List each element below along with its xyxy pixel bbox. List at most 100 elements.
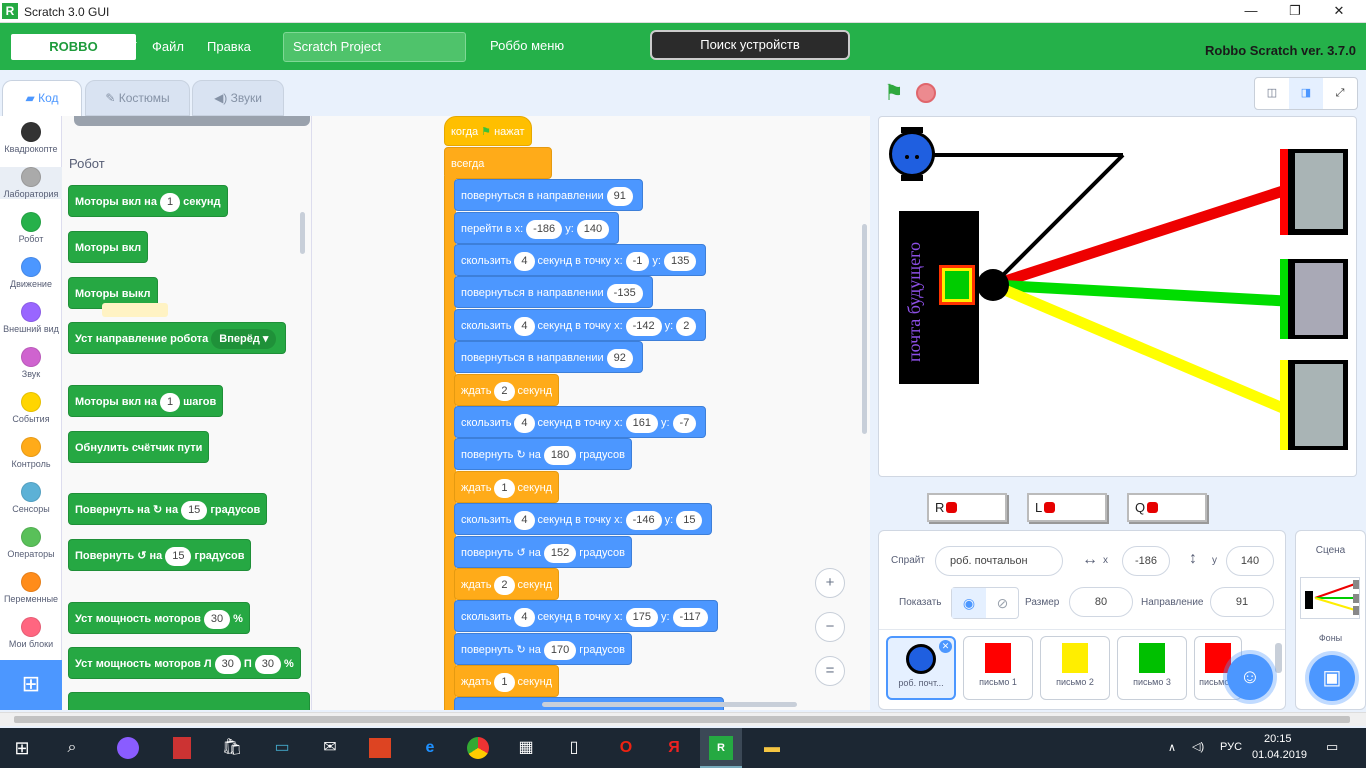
add-extension-button[interactable]: ⊞ <box>0 660 62 710</box>
notifications-icon[interactable]: ▭ <box>1326 739 1338 755</box>
category-item[interactable]: Внешний вид <box>0 302 62 334</box>
sprite-tile[interactable]: письмо 1 <box>963 636 1033 700</box>
scroll-thumb[interactable] <box>14 716 1350 723</box>
sprite-tile[interactable]: письмо 2 <box>1040 636 1110 700</box>
block-goto-xy[interactable]: перейти в x: -186 y: 140 <box>454 212 620 244</box>
file-icon[interactable]: ▯ <box>560 734 588 762</box>
block-set-motor-power-lr[interactable]: Уст мощность моторов Л 30 П 30% <box>68 647 301 679</box>
minimize-button[interactable]: — <box>1228 0 1274 23</box>
block-motors-on-seconds[interactable]: Моторы вкл на 1 секунд <box>68 185 228 217</box>
laptop-icon[interactable]: ▭ <box>268 734 296 762</box>
block-reset-path[interactable]: Обнулить счётчик пути <box>68 431 210 463</box>
project-title-input[interactable]: Scratch Project <box>283 32 466 62</box>
stage-canvas[interactable]: почта будущего <box>878 116 1357 477</box>
start-icon[interactable]: ⊞ <box>8 734 36 762</box>
block-motors-on-steps[interactable]: Моторы вкл на 1 шагов <box>68 385 224 417</box>
sprite-list-scrollbar[interactable] <box>1275 643 1282 673</box>
block-glide[interactable]: скользить 4 секунд в точку x: -1 y: 135 <box>454 244 707 276</box>
block-glide[interactable]: скользить 4 секунд в точку x: 175 y: -117 <box>454 600 718 632</box>
script-area[interactable]: когда ⚑ нажат всегда повернуться в напра… <box>312 116 870 710</box>
category-item[interactable]: Сенсоры <box>0 482 62 514</box>
script-vscrollbar[interactable] <box>862 224 867 434</box>
script-hscrollbar[interactable] <box>542 702 797 707</box>
chrome-icon[interactable] <box>467 737 489 759</box>
block-cutoff[interactable] <box>68 692 310 710</box>
calculator-icon[interactable]: ▦ <box>512 734 540 762</box>
window-hscrollbar[interactable] <box>0 712 1366 726</box>
block-glide[interactable]: скользить 4 секунд в точку x: -146 y: 15 <box>454 503 713 535</box>
book-icon[interactable] <box>369 738 391 758</box>
delete-sprite-icon[interactable]: ✕ <box>939 640 952 653</box>
close-button[interactable]: ✕ <box>1316 0 1362 23</box>
maximize-button[interactable]: ❐ <box>1272 0 1318 23</box>
tab-costumes[interactable]: ✎ Костюмы <box>85 80 190 116</box>
block-rotate[interactable]: повернуть ↻ на 180 градусов <box>454 438 632 470</box>
eye-off-icon[interactable]: ⊘ <box>986 588 1019 618</box>
block-point-direction[interactable]: повернуться в направлении -135 <box>454 276 653 308</box>
sprite-tile-selected[interactable]: роб. почт... ✕ <box>886 636 956 700</box>
block-rotate[interactable]: повернуть ↻ на 170 градусов <box>454 633 632 665</box>
volume-icon[interactable]: ◁) <box>1192 740 1204 753</box>
zoom-out-button[interactable]: − <box>815 612 845 642</box>
zoom-reset-button[interactable]: = <box>815 656 845 686</box>
block-point-direction[interactable]: повернуться в направлении 92 <box>454 341 643 373</box>
block-set-motor-power[interactable]: Уст мощность моторов 30% <box>68 602 250 634</box>
block-wait[interactable]: ждать 2 секунд <box>454 374 560 406</box>
block-when-flag-clicked[interactable]: когда ⚑ нажат <box>444 116 532 146</box>
edit-menu[interactable]: Правка <box>207 39 251 54</box>
tab-sounds[interactable]: ◀) Звуки <box>192 80 284 116</box>
category-item[interactable]: Робот <box>0 212 62 244</box>
palette-scrollbar[interactable] <box>300 212 305 254</box>
search-devices-button[interactable]: Поиск устройств <box>650 30 850 60</box>
small-stage-icon[interactable]: ◫ <box>1255 78 1289 109</box>
block-glide[interactable]: скользить 4 секунд в точку x: -142 y: 2 <box>454 309 707 341</box>
sprite-name-input[interactable]: роб. почтальон <box>935 546 1063 576</box>
green-flag-button[interactable]: ⚑ <box>884 82 904 104</box>
block-wait[interactable]: ждать 2 секунд <box>454 568 560 600</box>
opera-icon[interactable]: O <box>612 734 640 762</box>
eye-icon[interactable]: ◉ <box>952 588 986 618</box>
category-item[interactable]: Квадрокопте <box>0 122 62 154</box>
language-indicator[interactable]: РУС <box>1220 741 1242 753</box>
zoom-in-button[interactable]: + <box>815 568 845 598</box>
block-wait[interactable]: ждать 1 секунд <box>454 665 560 697</box>
document-app-icon[interactable] <box>173 737 191 759</box>
block-rotate[interactable]: повернуть ↺ на 152 градусов <box>454 536 632 568</box>
fullscreen-icon[interactable]: ⤢ <box>1323 78 1357 109</box>
direction-input[interactable]: 91 <box>1210 587 1274 617</box>
clock-date[interactable]: 01.04.2019 <box>1252 749 1307 761</box>
category-item[interactable]: Переменные <box>0 572 62 604</box>
size-input[interactable]: 80 <box>1069 587 1133 617</box>
block-set-direction[interactable]: Уст направление робота Вперёд ▾ <box>68 322 287 354</box>
y-input[interactable]: 140 <box>1226 546 1274 576</box>
folder-icon[interactable]: ▬ <box>758 734 786 762</box>
block-forever[interactable]: всегда <box>444 147 552 179</box>
file-menu[interactable]: Файл <box>152 39 184 54</box>
normal-stage-icon[interactable]: ◨ <box>1289 78 1323 109</box>
robbo-menu[interactable]: Роббо меню <box>490 38 564 53</box>
direction-dropdown[interactable]: Вперёд ▾ <box>211 329 277 349</box>
alice-icon[interactable] <box>117 737 139 759</box>
sprite-tile[interactable]: письмо 3 <box>1117 636 1187 700</box>
robbo-taskbar-item[interactable]: R <box>700 728 742 768</box>
edge-icon[interactable]: e <box>416 734 444 762</box>
yandex-icon[interactable]: Я <box>660 734 688 762</box>
category-item[interactable]: Звук <box>0 347 62 379</box>
block-turn-right[interactable]: Повернуть на ↻ на 15 градусов <box>68 493 268 525</box>
store-icon[interactable]: 🛍 <box>218 734 246 762</box>
block-turn-left[interactable]: Повернуть ↺ на 15 градусов <box>68 539 252 571</box>
block-wait[interactable]: ждать 1 секунд <box>454 471 560 503</box>
clock-time[interactable]: 20:15 <box>1264 733 1292 745</box>
category-item[interactable]: Мои блоки <box>0 617 62 649</box>
block-point-direction[interactable]: повернуться в направлении 91 <box>454 179 643 211</box>
category-item[interactable]: Операторы <box>0 527 62 559</box>
category-item[interactable]: События <box>0 392 62 424</box>
x-input[interactable]: -186 <box>1122 546 1170 576</box>
add-backdrop-button[interactable]: ▣ <box>1309 655 1355 701</box>
category-item[interactable]: Контроль <box>0 437 62 469</box>
language-globe-icon[interactable] <box>106 36 126 56</box>
stop-button[interactable] <box>916 83 936 103</box>
tab-code[interactable]: ▰ Код <box>2 80 82 116</box>
add-sprite-button[interactable]: ☺ <box>1227 654 1273 700</box>
category-item[interactable]: Лаборатория <box>0 167 62 199</box>
